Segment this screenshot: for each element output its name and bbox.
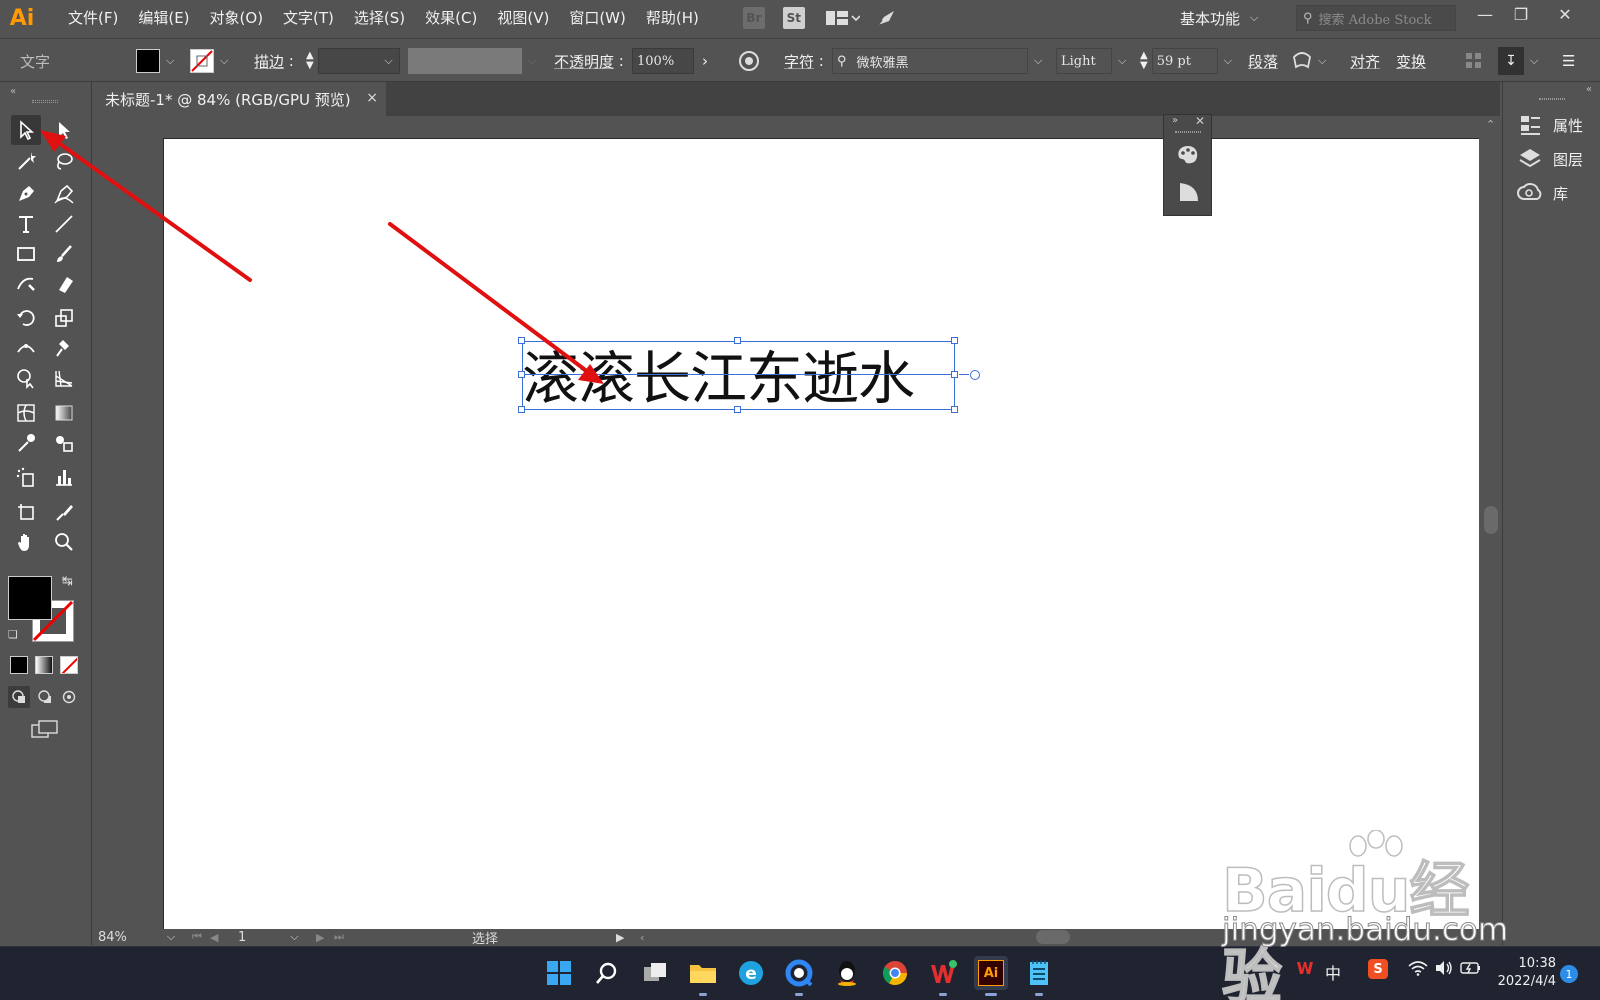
wps-office-icon[interactable]	[926, 956, 960, 996]
notepad-icon[interactable]	[1022, 956, 1056, 996]
layers-icon	[1519, 149, 1541, 168]
current-tool-status: 选择	[472, 931, 499, 947]
artboard-nav-first[interactable]: ⏮	[192, 929, 202, 945]
right-panel-dock: « 属性 图层 库	[1502, 82, 1600, 945]
artboard-nav-next[interactable]: ▶	[316, 929, 324, 945]
close-icon[interactable]: ✕	[1195, 114, 1205, 128]
windows-taskbar: e Ai ⌃ 中 S 10:38 2022/4/4 1	[0, 946, 1600, 1000]
clock-date: 2022/4/4	[1497, 974, 1556, 989]
panel-layers[interactable]: 图层	[1517, 144, 1583, 174]
annotation-arrows	[40, 130, 604, 384]
scroll-left-icon[interactable]: ‹	[640, 929, 644, 945]
panel-libraries[interactable]: 库	[1517, 178, 1568, 208]
cc-libraries-icon	[1517, 183, 1542, 200]
collapse-icon[interactable]: «	[1586, 84, 1592, 95]
sogou-input-icon[interactable]: S	[1368, 959, 1388, 979]
illustrator-logo: Ai	[978, 960, 1004, 986]
start-button[interactable]	[542, 956, 576, 990]
panel-properties-label: 属性	[1553, 116, 1584, 135]
color-palette-icon[interactable]	[1176, 145, 1200, 169]
panel-grip[interactable]	[1175, 131, 1201, 133]
wifi-icon[interactable]	[1408, 960, 1428, 980]
volume-icon[interactable]	[1434, 960, 1454, 980]
artboard-nav-prev[interactable]: ◀	[210, 929, 218, 945]
system-clock[interactable]: 10:38 2022/4/4	[1486, 955, 1556, 991]
wps-tray-icon[interactable]	[1296, 960, 1314, 980]
properties-icon	[1521, 116, 1540, 135]
panel-grip[interactable]	[1539, 98, 1565, 100]
battery-icon[interactable]	[1460, 960, 1482, 980]
scroll-up-icon[interactable]: ⌃	[1486, 118, 1495, 131]
notification-badge[interactable]: 1	[1560, 965, 1578, 983]
taskbar-search-icon[interactable]	[590, 956, 624, 990]
qq-icon[interactable]	[830, 956, 864, 990]
panel-properties[interactable]: 属性	[1517, 110, 1583, 140]
artboard-number-field[interactable]: 1 ⌵	[238, 929, 299, 945]
status-menu-icon[interactable]: ▶	[616, 929, 624, 945]
panel-libraries-label: 库	[1553, 184, 1569, 203]
tray-overflow-icon[interactable]: ⌃	[1271, 963, 1282, 978]
artboard-number-value: 1	[238, 929, 247, 945]
scroll-thumb[interactable]	[1484, 506, 1498, 534]
panel-layers-label: 图层	[1553, 150, 1584, 169]
chrome-icon[interactable]	[878, 956, 912, 990]
qq-browser-icon[interactable]	[782, 956, 816, 996]
illustrator-taskbar-icon[interactable]: Ai	[974, 956, 1008, 996]
status-bar: 84% ⌵ ⏮ ◀ 1 ⌵ ▶ ⏭ 选择 ▶ ‹	[92, 929, 1480, 947]
zoom-level-value: 84%	[98, 929, 127, 945]
svg-text:e: e	[745, 964, 757, 984]
expand-icon[interactable]: »	[1172, 115, 1178, 126]
horizontal-scroll-thumb[interactable]	[1036, 930, 1070, 944]
file-explorer-icon[interactable]	[686, 956, 720, 996]
color-guide-icon[interactable]	[1178, 181, 1200, 207]
clock-time: 10:38	[1518, 956, 1556, 971]
ie-browser-icon[interactable]: e	[734, 956, 768, 990]
floating-panel: » ✕	[1163, 114, 1212, 216]
task-view-icon[interactable]	[638, 956, 672, 990]
ime-indicator[interactable]: 中	[1325, 960, 1341, 984]
artboard-nav-last[interactable]: ⏭	[334, 929, 344, 945]
vertical-scrollbar[interactable]: ⌃	[1480, 116, 1502, 929]
zoom-level-field[interactable]: 84% ⌵	[98, 929, 175, 945]
